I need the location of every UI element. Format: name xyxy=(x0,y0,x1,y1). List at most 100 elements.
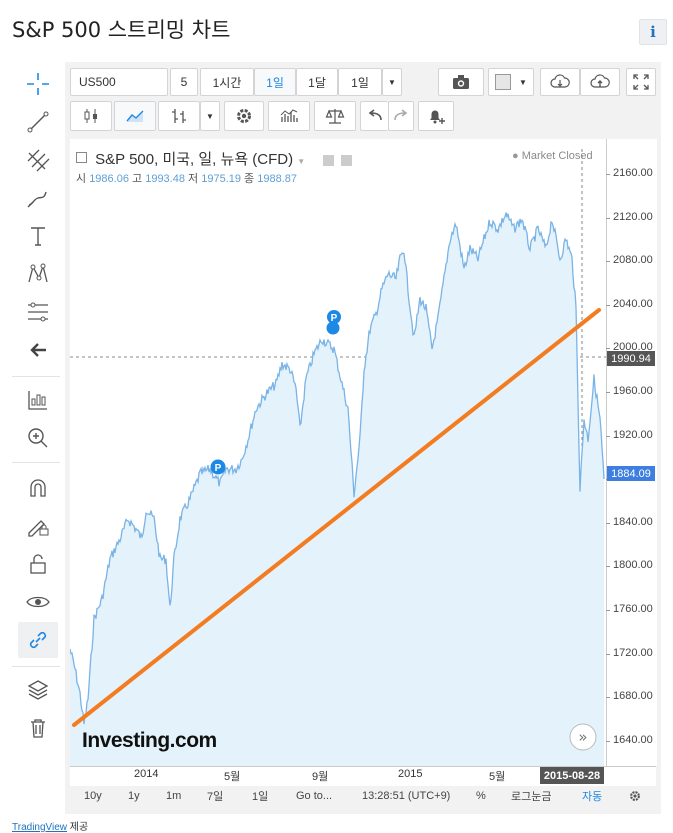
double-chevron-right-icon: » xyxy=(578,728,587,746)
link-icon[interactable] xyxy=(18,622,58,658)
marker-p-2[interactable]: P xyxy=(326,310,342,335)
series-title: S&P 500, 미국, 일, 뉴욕 (CFD) ▼ xyxy=(76,148,352,169)
settings-button[interactable] xyxy=(224,101,264,131)
gear-icon xyxy=(630,791,640,801)
time-label: 2015 xyxy=(398,768,423,780)
interval-custom-button[interactable]: 1일 xyxy=(338,68,382,96)
go-to-button[interactable]: Go to... xyxy=(296,786,332,806)
interval-number[interactable]: 5 xyxy=(170,68,198,96)
layers-icon[interactable] xyxy=(18,672,58,708)
open-value: 1986.06 xyxy=(89,173,129,185)
axis-settings-button[interactable] xyxy=(628,786,642,806)
chevron-down-icon[interactable]: ▼ xyxy=(297,157,305,166)
time-label: 5월 xyxy=(489,771,506,783)
trend-line-tool-icon[interactable] xyxy=(18,104,58,140)
text-tool-icon[interactable] xyxy=(18,218,58,254)
area-style-button[interactable] xyxy=(114,101,156,131)
drawing-toolbar xyxy=(0,62,64,812)
style-dropdown[interactable]: ▼ xyxy=(200,101,220,131)
screenshot-button[interactable] xyxy=(438,68,484,96)
chevron-down-icon: ▼ xyxy=(519,77,527,87)
range-1y-button[interactable]: 1y xyxy=(128,786,140,806)
series-area xyxy=(70,212,604,766)
candle-style-button[interactable] xyxy=(70,101,112,131)
auto-scale-button[interactable]: 자동 xyxy=(582,786,602,806)
unlock-icon[interactable] xyxy=(18,546,58,582)
interval-1h-button[interactable]: 1시간 xyxy=(200,68,254,96)
magnet-icon[interactable] xyxy=(18,470,58,506)
price-tick-label: 2160.00 xyxy=(613,167,653,179)
fullscreen-button[interactable] xyxy=(626,68,656,96)
range-1m-button[interactable]: 1m xyxy=(166,786,181,806)
trash-icon[interactable] xyxy=(18,710,58,746)
eye-toggle-icon[interactable] xyxy=(323,154,335,166)
color-swatch-icon xyxy=(495,74,511,90)
gear-icon xyxy=(237,109,251,123)
price-tick-label: 2080.00 xyxy=(613,254,653,267)
marker-p-1[interactable]: P xyxy=(210,459,226,475)
cloud-save-button[interactable] xyxy=(580,68,620,96)
fib-tool-icon[interactable] xyxy=(18,294,58,330)
range-7d-button[interactable]: 7일 xyxy=(207,786,223,806)
price-tick-label: 1800.00 xyxy=(613,559,653,572)
scroll-to-end-button[interactable]: » xyxy=(569,723,597,751)
percent-scale-button[interactable]: % xyxy=(476,786,486,806)
ohlc-bars-icon xyxy=(172,109,186,123)
collapse-icon[interactable] xyxy=(76,152,87,163)
info-button[interactable]: i xyxy=(639,19,667,45)
interval-1d-button[interactable]: 1일 xyxy=(254,68,296,96)
symbol-input[interactable]: US500 xyxy=(70,68,168,96)
tradingview-link[interactable]: TradingView xyxy=(12,822,67,833)
price-tick-label: 1680.00 xyxy=(613,690,653,703)
price-tick-label: 2120.00 xyxy=(613,210,653,223)
compare-button[interactable] xyxy=(314,101,356,131)
indicators-icon xyxy=(280,109,298,122)
watermark-logo: Investing.com xyxy=(82,729,217,753)
lock-drawings-icon[interactable] xyxy=(18,508,58,544)
footer-credit: TradingView 제공 xyxy=(12,818,88,833)
price-tick-label: 1920.00 xyxy=(613,428,653,441)
range-10y-button[interactable]: 10y xyxy=(84,786,102,806)
bell-plus-icon xyxy=(430,110,445,124)
brush-tool-icon[interactable] xyxy=(18,180,58,216)
price-tick-label: 1720.00 xyxy=(613,646,653,659)
market-status-text: Market Closed xyxy=(521,150,593,162)
pattern-tool-icon[interactable] xyxy=(18,256,58,292)
marker-label: P xyxy=(215,463,222,474)
crosshair-tool-icon[interactable] xyxy=(18,66,58,102)
interval-1m-button[interactable]: 1달 xyxy=(296,68,338,96)
cloud-upload-icon xyxy=(590,74,610,88)
range-1d-button[interactable]: 1일 xyxy=(252,786,268,806)
page-title: S&P 500 스트리밍 차트 xyxy=(12,18,231,42)
indicators-button[interactable] xyxy=(268,101,310,131)
clock-display[interactable]: 13:28:51 (UTC+9) xyxy=(362,786,450,806)
cloud-load-button[interactable] xyxy=(540,68,580,96)
back-arrow-icon[interactable] xyxy=(18,332,58,368)
eye-icon[interactable] xyxy=(18,584,58,620)
price-axis[interactable] xyxy=(606,139,657,766)
measure-tool-icon[interactable] xyxy=(18,382,58,418)
zoom-in-icon[interactable] xyxy=(18,420,58,456)
time-label: 2014 xyxy=(134,768,159,780)
undo-button[interactable] xyxy=(360,101,388,131)
price-tick-label: 1760.00 xyxy=(613,603,653,615)
price-tick-label: 2040.00 xyxy=(613,297,653,310)
candles-icon xyxy=(84,109,97,123)
color-picker-button[interactable]: ▼ xyxy=(488,68,534,96)
interval-dropdown[interactable]: ▼ xyxy=(382,68,402,96)
log-scale-button[interactable]: 로그눈금 xyxy=(511,786,551,806)
close-label: 종 xyxy=(244,173,255,185)
bar-style-button[interactable] xyxy=(158,101,200,131)
gear-icon[interactable] xyxy=(340,154,352,166)
price-tick-label: 1840.00 xyxy=(613,515,653,528)
price-chart[interactable]: P P » xyxy=(70,139,606,766)
crosshair-date-label: 2015-08-28 xyxy=(540,767,604,784)
watermark-text: Investing.com xyxy=(82,729,217,752)
chevron-down-icon: ▼ xyxy=(388,77,396,87)
market-status: ● Market Closed xyxy=(512,150,593,162)
cloud-download-icon xyxy=(550,74,570,88)
low-label: 저 xyxy=(188,173,199,185)
add-alert-button[interactable] xyxy=(418,101,454,131)
redo-button[interactable] xyxy=(388,101,414,131)
pitchfork-tool-icon[interactable] xyxy=(18,142,58,178)
